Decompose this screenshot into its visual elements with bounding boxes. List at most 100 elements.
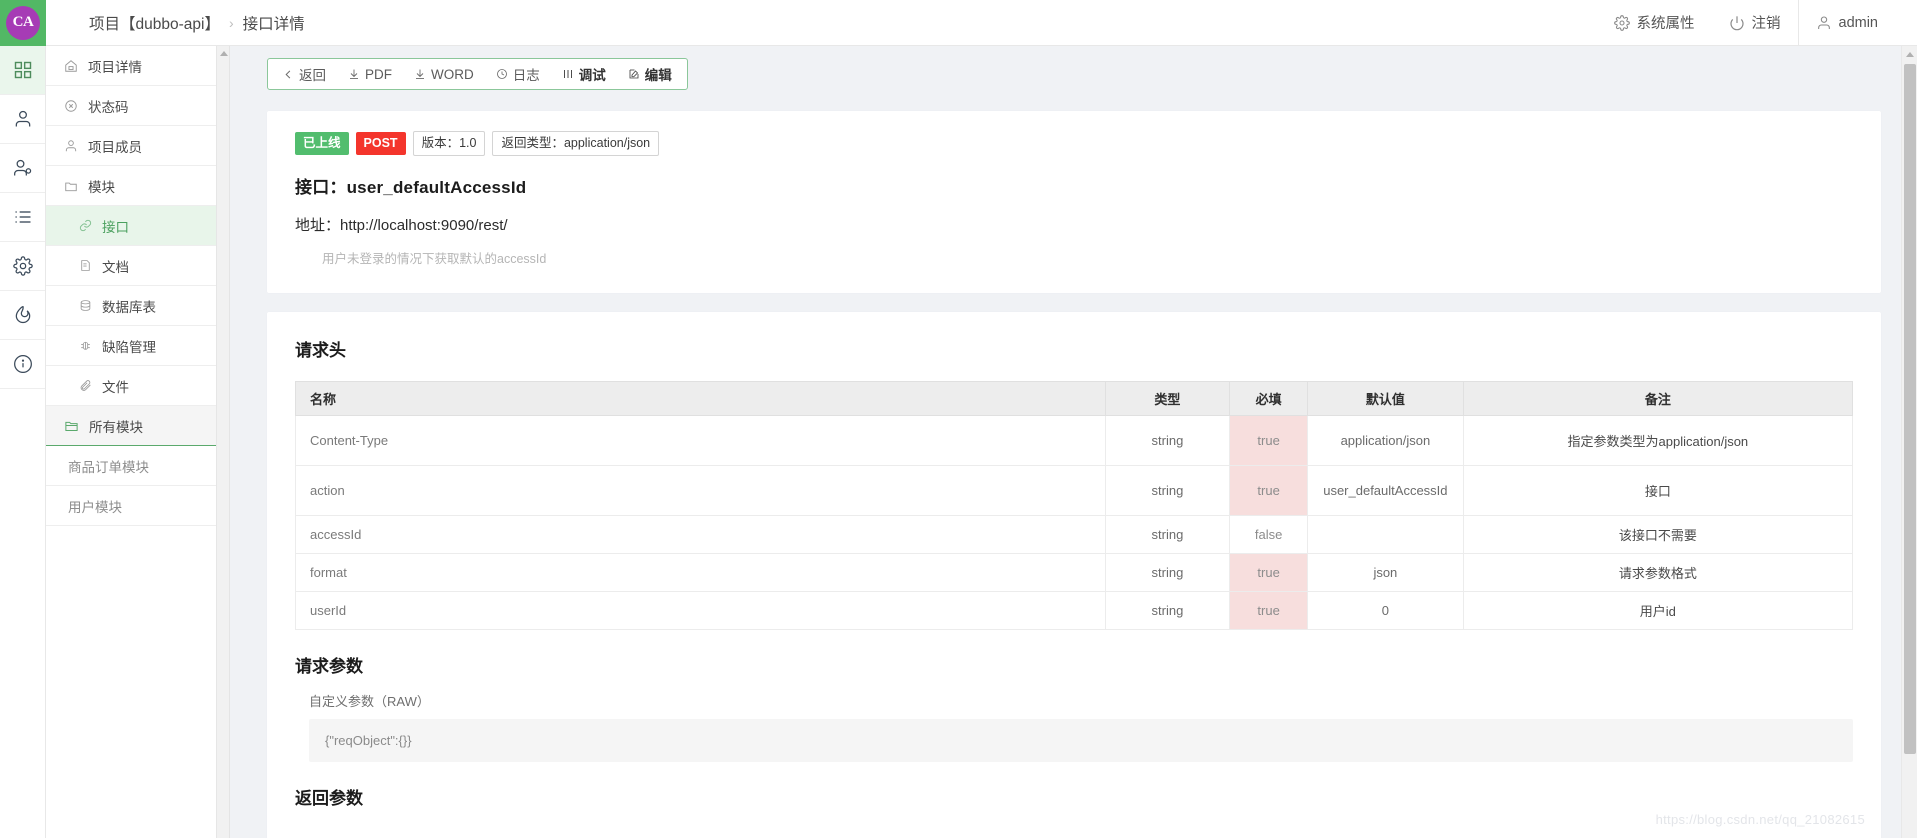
username-label: admin bbox=[1838, 14, 1879, 31]
sidebar-item-project-detail[interactable]: 项目详情 bbox=[46, 46, 229, 86]
cell-name: action bbox=[295, 464, 1106, 516]
cell-required: true bbox=[1229, 464, 1309, 516]
breadcrumb-item-project[interactable]: 项目【dubbo-api】 bbox=[89, 12, 220, 34]
scrollbar-thumb[interactable] bbox=[1904, 64, 1916, 754]
user-settings-icon bbox=[13, 158, 33, 178]
logo-text: CA bbox=[6, 5, 40, 40]
rail-item-hot[interactable] bbox=[0, 291, 45, 340]
list-icon bbox=[13, 207, 33, 227]
sidebar-label: 文档 bbox=[102, 259, 129, 275]
top-header: CA 项目【dubbo-api】 › 接口详情 系统属性 注销 admin bbox=[0, 0, 1917, 46]
cell-type: string bbox=[1104, 552, 1231, 592]
cell-remark: 接口 bbox=[1462, 464, 1854, 516]
cell-required: true bbox=[1229, 414, 1309, 466]
log-label: 日志 bbox=[512, 68, 540, 83]
sidebar-item-members[interactable]: 项目成员 bbox=[46, 126, 229, 166]
cell-remark: 指定参数类型为application/json bbox=[1462, 414, 1854, 466]
sidebar-item-status-code[interactable]: 状态码 bbox=[46, 86, 229, 126]
sidebar-label: 缺陷管理 bbox=[102, 339, 156, 355]
sidebar-item-defect-management[interactable]: 缺陷管理 bbox=[46, 326, 229, 366]
export-pdf-button[interactable]: PDF bbox=[337, 59, 403, 89]
home-icon bbox=[64, 59, 78, 73]
sidebar-label: 用户模块 bbox=[68, 499, 122, 515]
interface-address: 地址：http://localhost:9090/rest/ bbox=[295, 216, 508, 234]
sidebar-item-module[interactable]: 模块 bbox=[46, 166, 229, 206]
page-scrollbar[interactable] bbox=[1901, 46, 1917, 838]
sidebar-label: 所有模块 bbox=[89, 419, 143, 435]
rail-item-user[interactable] bbox=[0, 95, 45, 144]
cell-remark: 用户id bbox=[1462, 590, 1854, 630]
sidebar-scrollbar[interactable] bbox=[216, 46, 229, 838]
cell-type: string bbox=[1104, 464, 1231, 516]
bars-icon bbox=[562, 68, 574, 80]
log-button[interactable]: 日志 bbox=[485, 59, 551, 89]
breadcrumb-separator-icon: › bbox=[228, 14, 234, 31]
debug-button[interactable]: 调试 bbox=[551, 59, 617, 89]
sidebar-item-all-modules[interactable]: 所有模块 bbox=[46, 406, 229, 446]
sidebar-label: 数据库表 bbox=[102, 299, 156, 315]
request-header-table: 名称 类型 必填 默认值 备注 Content-Type string true bbox=[295, 380, 1854, 630]
folder-icon bbox=[64, 179, 78, 193]
column-header-name: 名称 bbox=[295, 380, 1106, 416]
cell-name: format bbox=[295, 552, 1106, 592]
rail-item-info[interactable] bbox=[0, 340, 45, 389]
interface-summary-card: 已上线 POST 版本：1.0 返回类型：application/json 接口… bbox=[267, 111, 1881, 293]
debug-label: 调试 bbox=[578, 68, 606, 83]
export-word-button[interactable]: WORD bbox=[403, 59, 485, 89]
method-badge: POST bbox=[355, 132, 406, 155]
header-actions: 系统属性 注销 admin bbox=[1597, 0, 1917, 46]
cell-remark: 请求参数格式 bbox=[1462, 552, 1854, 592]
download-icon bbox=[348, 68, 360, 80]
edit-button[interactable]: 编辑 bbox=[617, 59, 683, 89]
cell-default: json bbox=[1307, 552, 1464, 592]
apps-grid-icon bbox=[13, 60, 33, 80]
app-logo[interactable]: CA bbox=[0, 0, 46, 46]
rail-item-apps[interactable] bbox=[0, 46, 45, 95]
user-menu-button[interactable]: admin bbox=[1797, 0, 1896, 46]
cell-name: Content-Type bbox=[295, 414, 1106, 466]
cell-required: true bbox=[1229, 552, 1309, 592]
sidebar-label: 接口 bbox=[102, 219, 129, 235]
edit-label: 编辑 bbox=[644, 68, 672, 83]
sidebar-item-order-module[interactable]: 商品订单模块 bbox=[46, 446, 229, 486]
user-icon bbox=[13, 109, 33, 129]
sidebar-item-database-table[interactable]: 数据库表 bbox=[46, 286, 229, 326]
rail-item-settings[interactable] bbox=[0, 242, 45, 291]
cell-default: application/json bbox=[1307, 414, 1464, 466]
interface-title: 接口：user_defaultAccessId bbox=[295, 177, 527, 197]
system-properties-label: 系统属性 bbox=[1636, 16, 1695, 32]
sidebar-label: 项目成员 bbox=[88, 139, 142, 155]
export-pdf-label: PDF bbox=[365, 66, 392, 82]
sidebar-label: 项目详情 bbox=[88, 59, 142, 75]
sidebar-label: 文件 bbox=[102, 379, 129, 395]
request-header-section-title: 请求头 bbox=[295, 340, 346, 360]
sidebar-item-user-module[interactable]: 用户模块 bbox=[46, 486, 229, 526]
rail-item-user-settings[interactable] bbox=[0, 144, 45, 193]
breadcrumb-item-current: 接口详情 bbox=[242, 15, 305, 33]
chevron-left-icon bbox=[283, 69, 294, 80]
sidebar-scroll-up-button[interactable] bbox=[217, 46, 229, 60]
logout-button[interactable]: 注销 bbox=[1712, 0, 1798, 46]
gear-icon bbox=[1613, 14, 1630, 31]
table-row: accessId string false 该接口不需要 bbox=[295, 514, 1854, 554]
rail-item-list[interactable] bbox=[0, 193, 45, 242]
info-circle-icon bbox=[13, 354, 33, 374]
folder-open-icon bbox=[64, 418, 79, 433]
sidebar-item-files[interactable]: 文件 bbox=[46, 366, 229, 406]
back-button[interactable]: 返回 bbox=[272, 59, 337, 89]
power-icon bbox=[1729, 15, 1745, 31]
action-toolbar: 返回 PDF WORD 日志 调试 编辑 bbox=[267, 58, 688, 90]
chevron-up-icon bbox=[219, 50, 228, 56]
sidebar-item-document[interactable]: 文档 bbox=[46, 246, 229, 286]
gear-icon bbox=[12, 256, 33, 276]
cell-default: 0 bbox=[1307, 590, 1464, 630]
interface-badges: 已上线 POST 版本：1.0 返回类型：application/json bbox=[295, 131, 1853, 156]
cell-remark: 该接口不需要 bbox=[1462, 514, 1854, 554]
sidebar-item-interface[interactable]: 接口 bbox=[46, 206, 229, 246]
table-row: action string true user_defaultAccessId … bbox=[295, 464, 1854, 516]
column-header-default: 默认值 bbox=[1307, 380, 1464, 416]
system-properties-button[interactable]: 系统属性 bbox=[1597, 0, 1712, 46]
icon-rail bbox=[0, 46, 46, 838]
scroll-up-button[interactable] bbox=[1902, 46, 1917, 62]
cell-default: user_defaultAccessId bbox=[1307, 464, 1464, 516]
